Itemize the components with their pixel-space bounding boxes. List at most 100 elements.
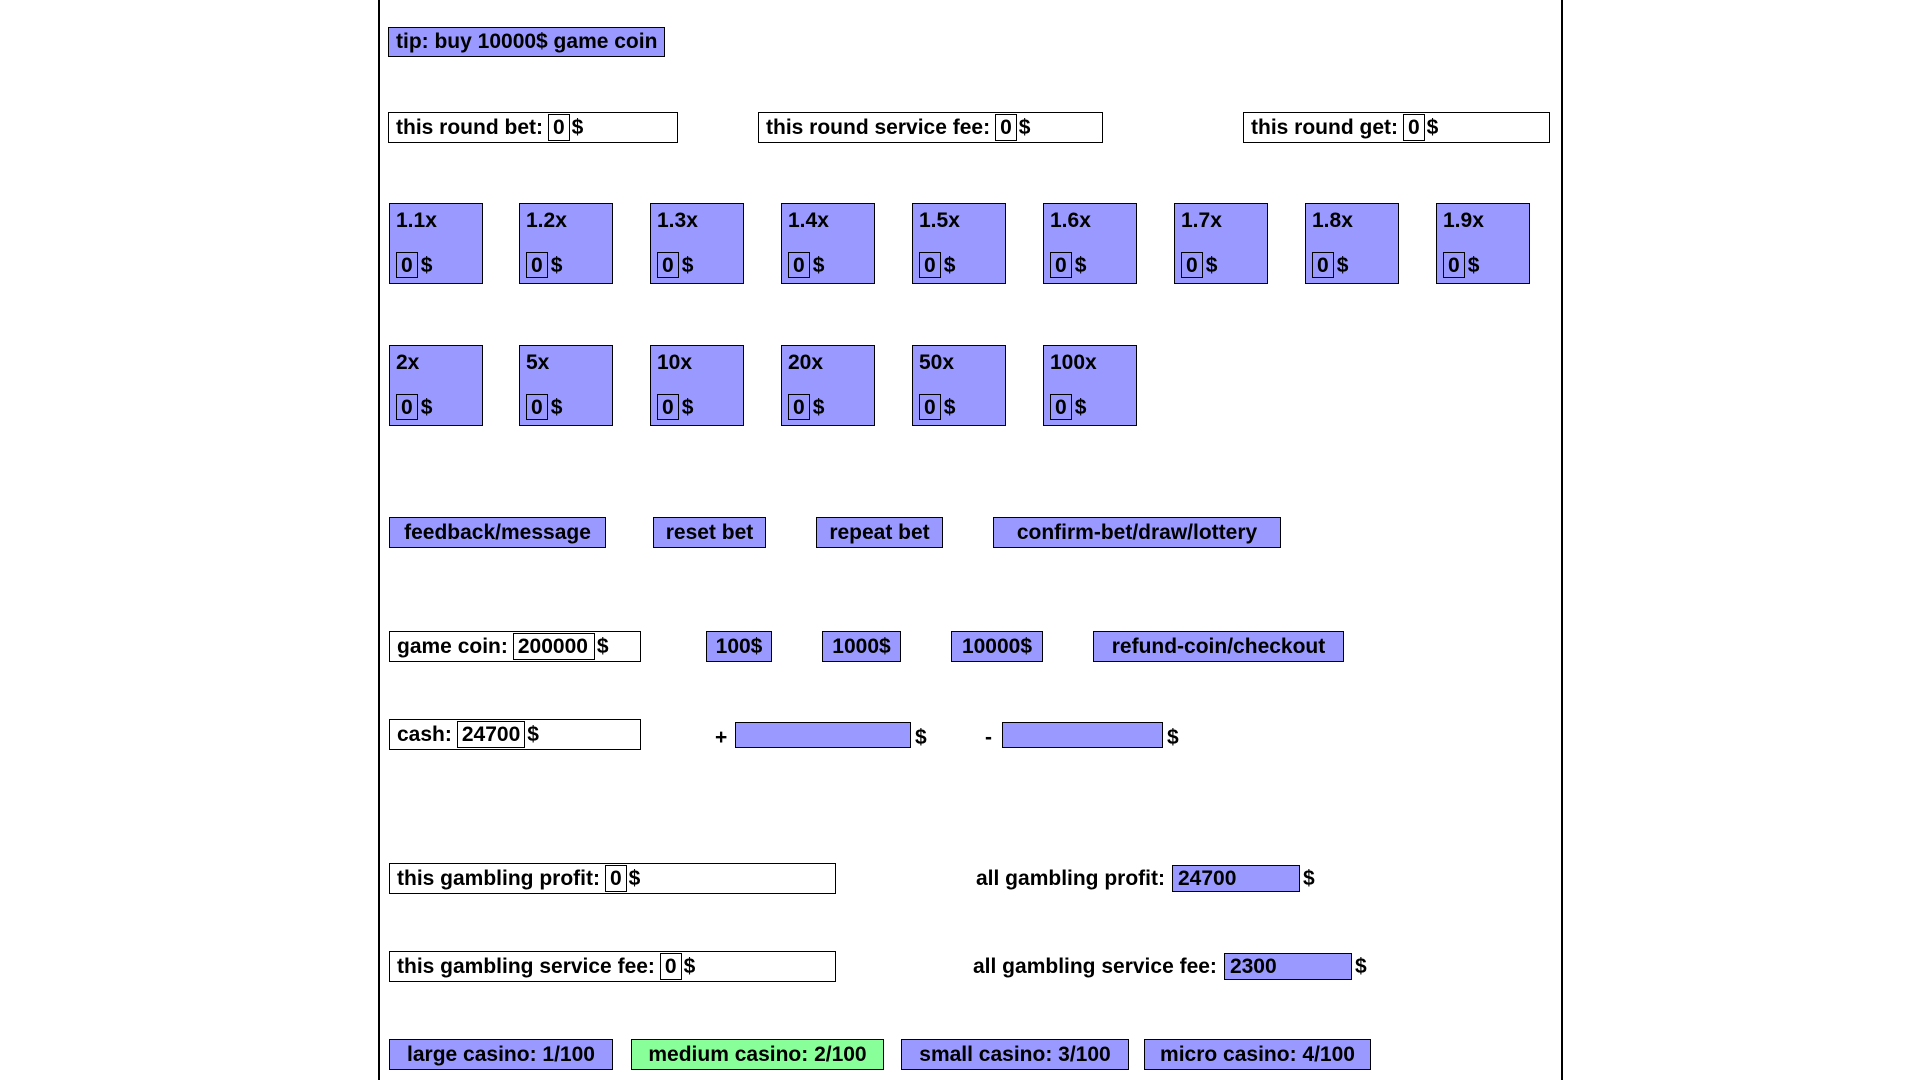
all-gambling-profit-value[interactable]: 24700 [1172,865,1300,892]
multiplier-stake-currency: $ [1074,253,1087,277]
multiplier-stake-currency: $ [812,395,825,419]
multiplier-stake-input[interactable]: 0 [526,252,548,278]
multiplier-stake-input[interactable]: 0 [396,394,418,420]
multiplier-stake-input[interactable]: 0 [1312,252,1334,278]
multiplier-tile-1.3x[interactable]: 1.3x 0 $ [650,203,744,284]
multiplier-label: 1.8x [1312,209,1353,232]
this-round-service-fee-label: this round service fee: [766,116,991,139]
multiplier-stake-currency: $ [943,253,956,277]
multiplier-stake-input[interactable]: 0 [1181,252,1203,278]
game-coin-field[interactable]: game coin: 200000 $ [389,631,641,662]
cash-add-input[interactable] [735,722,911,748]
multiplier-label: 2x [396,351,420,374]
multiplier-stake-input[interactable]: 0 [919,252,941,278]
buy-10000-button[interactable]: 10000$ [951,631,1043,662]
multiplier-stake-input[interactable]: 0 [788,394,810,420]
this-round-bet-field[interactable]: this round bet: 0 $ [388,112,678,143]
all-gambling-profit-label: all gambling profit: [976,867,1165,890]
multiplier-stake-input[interactable]: 0 [919,394,941,420]
multiplier-tile-1.8x[interactable]: 1.8x 0 $ [1305,203,1399,284]
multiplier-stake-input[interactable]: 0 [1443,252,1465,278]
all-gambling-profit-readout: all gambling profit: 24700 $ [976,863,1315,894]
game-coin-input[interactable]: 200000 [512,633,595,660]
multiplier-stake: 0 $ [788,394,824,420]
this-gambling-profit-input[interactable]: 0 [604,865,627,892]
casino-large-button[interactable]: large casino: 1/100 [389,1039,613,1070]
this-round-service-fee-currency: $ [1018,116,1031,139]
multiplier-tile-1.7x[interactable]: 1.7x 0 $ [1174,203,1268,284]
multiplier-stake: 0 $ [1312,252,1348,278]
multiplier-label: 20x [788,351,824,374]
this-gambling-service-fee-input[interactable]: 0 [659,953,682,980]
multiplier-label: 1.1x [396,209,437,232]
this-round-get-currency: $ [1426,116,1439,139]
multiplier-stake-currency: $ [1074,395,1087,419]
multiplier-tile-100x[interactable]: 100x 0 $ [1043,345,1137,426]
multiplier-tile-2x[interactable]: 2x 0 $ [389,345,483,426]
refund-coin-checkout-button[interactable]: refund-coin/checkout [1093,631,1344,662]
cash-input[interactable]: 24700 [456,721,526,748]
all-gambling-service-fee-label: all gambling service fee: [973,955,1217,978]
all-gambling-service-fee-currency: $ [1354,955,1367,978]
multiplier-tile-1.2x[interactable]: 1.2x 0 $ [519,203,613,284]
multiplier-tile-50x[interactable]: 50x 0 $ [912,345,1006,426]
this-gambling-service-fee-currency: $ [683,955,696,978]
multiplier-stake-currency: $ [550,395,563,419]
multiplier-stake: 0 $ [526,394,562,420]
multiplier-stake-currency: $ [420,395,433,419]
this-round-get-field[interactable]: this round get: 0 $ [1243,112,1550,143]
cash-field[interactable]: cash: 24700 $ [389,719,641,750]
multiplier-stake-currency: $ [943,395,956,419]
multiplier-stake-input[interactable]: 0 [526,394,548,420]
multiplier-stake-input[interactable]: 0 [1050,394,1072,420]
multiplier-stake-currency: $ [681,253,694,277]
cash-label: cash: [397,723,452,746]
this-round-service-fee-input[interactable]: 0 [995,114,1017,141]
buy-100-button[interactable]: 100$ [706,631,772,662]
this-round-bet-input[interactable]: 0 [547,114,570,141]
confirm-bet-draw-lottery-button[interactable]: confirm-bet/draw/lottery [993,517,1281,548]
multiplier-label: 10x [657,351,693,374]
multiplier-tile-20x[interactable]: 20x 0 $ [781,345,875,426]
feedback-message-button[interactable]: feedback/message [389,517,606,548]
all-gambling-service-fee-value[interactable]: 2300 [1223,953,1352,980]
multiplier-stake-currency: $ [550,253,563,277]
multiplier-stake-input[interactable]: 0 [396,252,418,278]
casino-medium-button[interactable]: medium casino: 2/100 [631,1039,884,1070]
multiplier-stake: 0 $ [919,394,955,420]
multiplier-tile-1.1x[interactable]: 1.1x 0 $ [389,203,483,284]
this-gambling-service-fee-field[interactable]: this gambling service fee: 0 $ [389,951,836,982]
this-gambling-profit-field[interactable]: this gambling profit: 0 $ [389,863,836,894]
reset-bet-button[interactable]: reset bet [653,517,766,548]
multiplier-stake: 0 $ [657,394,693,420]
this-round-service-fee-field[interactable]: this round service fee: 0 $ [758,112,1103,143]
tip-banner[interactable]: tip: buy 10000$ game coin [388,27,666,57]
cash-currency: $ [527,723,539,746]
multiplier-stake-input[interactable]: 0 [788,252,810,278]
multiplier-tile-5x[interactable]: 5x 0 $ [519,345,613,426]
app-content: tip: buy 10000$ game coin this round bet… [388,0,1558,1080]
this-round-get-label: this round get: [1251,116,1398,139]
this-round-get-input[interactable]: 0 [1402,114,1425,141]
all-gambling-profit-currency: $ [1303,867,1315,890]
multiplier-tile-1.5x[interactable]: 1.5x 0 $ [912,203,1006,284]
multiplier-tile-10x[interactable]: 10x 0 $ [650,345,744,426]
multiplier-label: 1.9x [1443,209,1484,232]
multiplier-stake: 0 $ [1050,252,1086,278]
repeat-bet-button[interactable]: repeat bet [816,517,943,548]
cash-withdraw-input[interactable] [1002,722,1163,748]
multiplier-tile-1.4x[interactable]: 1.4x 0 $ [781,203,875,284]
multiplier-stake-input[interactable]: 0 [1050,252,1072,278]
casino-small-button[interactable]: small casino: 3/100 [901,1039,1129,1070]
multiplier-stake-input[interactable]: 0 [657,394,679,420]
multiplier-label: 1.2x [526,209,567,232]
this-gambling-profit-label: this gambling profit: [397,867,600,890]
multiplier-stake: 0 $ [788,252,824,278]
all-gambling-service-fee-readout: all gambling service fee: 2300 $ [973,951,1367,982]
multiplier-tile-1.6x[interactable]: 1.6x 0 $ [1043,203,1137,284]
plus-sign: + [715,726,728,749]
casino-micro-button[interactable]: micro casino: 4/100 [1144,1039,1371,1070]
multiplier-stake-input[interactable]: 0 [657,252,679,278]
multiplier-tile-1.9x[interactable]: 1.9x 0 $ [1436,203,1530,284]
buy-1000-button[interactable]: 1000$ [822,631,901,662]
